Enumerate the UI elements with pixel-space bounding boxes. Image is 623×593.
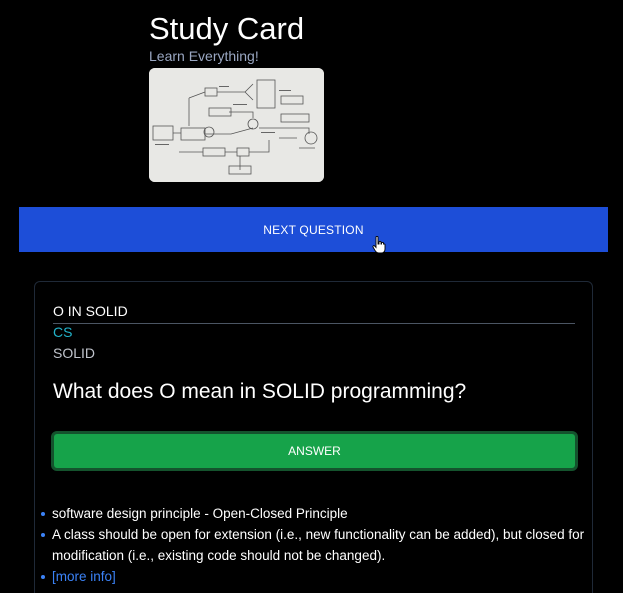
hand-cursor-icon bbox=[372, 236, 386, 254]
page-title: Study Card bbox=[149, 11, 305, 46]
diagram-image-icon bbox=[149, 68, 324, 182]
more-info-link[interactable]: [more info] bbox=[52, 569, 116, 584]
card-subcategory: SOLID bbox=[53, 345, 96, 361]
answer-button[interactable]: ANSWER bbox=[51, 431, 578, 471]
card-question: What does O mean in SOLID programming? bbox=[53, 380, 467, 403]
page-subtitle: Learn Everything! bbox=[149, 48, 259, 64]
card-diagram-image bbox=[149, 68, 324, 182]
answer-item: A class should be open for extension (i.… bbox=[41, 524, 592, 566]
answer-list: software design principle - Open-Closed … bbox=[41, 503, 592, 587]
next-question-button[interactable]: NEXT QUESTION bbox=[19, 207, 608, 252]
header: Study Card Learn Everything! bbox=[149, 12, 304, 65]
card-category: CS bbox=[53, 324, 73, 340]
answer-item-more-info: [more info] bbox=[41, 566, 592, 587]
study-card-page: Study Card Learn Everything! NEXT QUESTI… bbox=[0, 0, 623, 593]
answer-item: software design principle - Open-Closed … bbox=[41, 503, 592, 524]
card-title: O IN SOLID bbox=[53, 303, 575, 324]
